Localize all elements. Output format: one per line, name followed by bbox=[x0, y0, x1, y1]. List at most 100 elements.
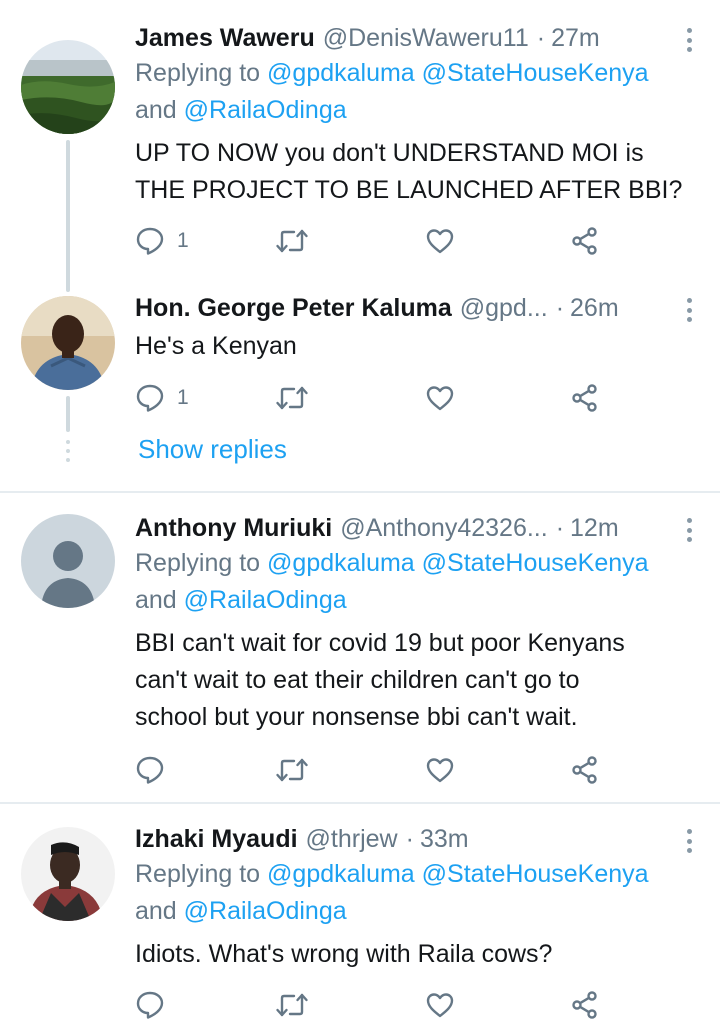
tweet-text-line: BBI can't wait for covid 19 but poor Ken… bbox=[135, 629, 625, 657]
tweet-actions bbox=[135, 752, 615, 788]
tweet-text: UP TO NOW you don't UNDERSTAND MOI is TH… bbox=[135, 135, 710, 209]
replying-prefix: Replying to bbox=[135, 549, 261, 577]
reply-mentions[interactable]: @gpdkaluma @StateHouseKenya bbox=[267, 59, 649, 87]
replying-and: and bbox=[135, 96, 177, 124]
share-icon bbox=[572, 384, 597, 412]
more-options-icon[interactable] bbox=[686, 298, 692, 322]
separator-dot: · bbox=[536, 23, 546, 52]
like-icon bbox=[426, 229, 454, 254]
tweet-header: Hon. George Peter Kaluma @gpd... · 26m bbox=[135, 290, 660, 326]
avatar-george-kaluma[interactable] bbox=[21, 296, 115, 390]
display-name[interactable]: Anthony Muriuki bbox=[135, 514, 332, 543]
reply-icon bbox=[136, 384, 164, 412]
share-icon bbox=[572, 227, 597, 255]
tweet-george-kaluma[interactable]: Hon. George Peter Kaluma @gpd... · 26m H… bbox=[0, 290, 720, 490]
timestamp[interactable]: 26m bbox=[570, 294, 619, 323]
tweet-text-line: THE PROJECT TO BE LAUNCHED AFTER BBI? bbox=[135, 176, 683, 204]
like-button[interactable] bbox=[425, 380, 455, 416]
reply-icon bbox=[136, 991, 164, 1019]
reply-mention-raila[interactable]: @RailaOdinga bbox=[184, 586, 347, 614]
reply-button[interactable] bbox=[135, 752, 165, 788]
share-button[interactable] bbox=[570, 223, 600, 259]
display-name[interactable]: James Waweru bbox=[135, 24, 315, 53]
like-icon bbox=[426, 993, 454, 1018]
field-photo-avatar bbox=[21, 40, 115, 134]
tweet-actions: 1 bbox=[135, 223, 615, 259]
reply-mentions[interactable]: @gpdkaluma @StateHouseKenya bbox=[267, 860, 649, 888]
person-photo-avatar bbox=[21, 827, 115, 921]
timestamp[interactable]: 27m bbox=[551, 24, 600, 53]
retweet-button[interactable] bbox=[275, 223, 309, 259]
username[interactable]: @Anthony42326... bbox=[340, 514, 547, 543]
like-button[interactable] bbox=[425, 987, 455, 1023]
retweet-icon bbox=[276, 229, 308, 253]
tweet-izhaki-myaudi[interactable]: Izhaki Myaudi @thrjew · 33m Replying to … bbox=[0, 821, 720, 1025]
reply-button[interactable] bbox=[135, 987, 165, 1023]
share-icon bbox=[572, 756, 597, 784]
tweet-divider bbox=[0, 491, 720, 493]
reply-mention-raila[interactable]: @RailaOdinga bbox=[184, 897, 347, 925]
share-icon bbox=[572, 991, 597, 1019]
tweet-text-line: school but your nonsense bbi can't wait. bbox=[135, 703, 578, 731]
replying-to: Replying to @gpdkaluma @StateHouseKenya … bbox=[135, 55, 705, 129]
reply-icon bbox=[136, 227, 164, 255]
reply-icon bbox=[136, 756, 164, 784]
more-options-icon[interactable] bbox=[686, 518, 692, 542]
reply-button[interactable]: 1 bbox=[135, 380, 189, 416]
tweet-text-line: He's a Kenyan bbox=[135, 332, 297, 360]
tweet-text: Idiots. What's wrong with Raila cows? bbox=[135, 936, 710, 973]
share-button[interactable] bbox=[570, 752, 600, 788]
retweet-icon bbox=[276, 993, 308, 1017]
thread-line bbox=[66, 140, 70, 292]
tweet-header: Izhaki Myaudi @thrjew · 33m bbox=[135, 821, 660, 857]
tweet-text-line: UP TO NOW you don't UNDERSTAND MOI is bbox=[135, 139, 644, 167]
tweet-text: He's a Kenyan bbox=[135, 328, 710, 365]
like-icon bbox=[426, 758, 454, 783]
timestamp[interactable]: 33m bbox=[420, 825, 469, 854]
timestamp[interactable]: 12m bbox=[570, 514, 619, 543]
avatar-anthony-muriuki[interactable] bbox=[21, 514, 115, 608]
retweet-button[interactable] bbox=[275, 752, 309, 788]
share-button[interactable] bbox=[570, 380, 600, 416]
reply-button[interactable]: 1 bbox=[135, 223, 189, 259]
username[interactable]: @thrjew bbox=[306, 825, 398, 854]
replying-to: Replying to @gpdkaluma @StateHouseKenya … bbox=[135, 545, 705, 619]
display-name[interactable]: Izhaki Myaudi bbox=[135, 825, 298, 854]
tweet-text-line: can't wait to eat their children can't g… bbox=[135, 666, 580, 694]
retweet-icon bbox=[276, 386, 308, 410]
more-options-icon[interactable] bbox=[686, 28, 692, 52]
tweet-text: BBI can't wait for covid 19 but poor Ken… bbox=[135, 625, 710, 736]
display-name[interactable]: Hon. George Peter Kaluma bbox=[135, 294, 452, 323]
like-button[interactable] bbox=[425, 223, 455, 259]
retweet-button[interactable] bbox=[275, 987, 309, 1023]
like-icon bbox=[426, 386, 454, 411]
retweet-button[interactable] bbox=[275, 380, 309, 416]
reply-mentions[interactable]: @gpdkaluma @StateHouseKenya bbox=[267, 549, 649, 577]
tweet-james-waweru[interactable]: James Waweru @DenisWaweru11 · 27m Replyi… bbox=[0, 20, 720, 292]
username[interactable]: @gpd... bbox=[460, 294, 548, 323]
separator-dot: · bbox=[405, 824, 414, 853]
thread-line bbox=[66, 396, 70, 432]
tweet-anthony-muriuki[interactable]: Anthony Muriuki @Anthony42326... · 12m R… bbox=[0, 510, 720, 800]
tweet-text-line: Idiots. What's wrong with Raila cows? bbox=[135, 940, 553, 968]
avatar-izhaki-myaudi[interactable] bbox=[21, 827, 115, 921]
retweet-icon bbox=[276, 758, 308, 782]
like-button[interactable] bbox=[425, 752, 455, 788]
tweet-header: James Waweru @DenisWaweru11 · 27m bbox=[135, 20, 660, 56]
thread-continuation-dots bbox=[66, 440, 70, 467]
replying-and: and bbox=[135, 586, 177, 614]
show-replies-link[interactable]: Show replies bbox=[138, 434, 287, 465]
avatar-james-waweru[interactable] bbox=[21, 40, 115, 134]
replying-to: Replying to @gpdkaluma @StateHouseKenya … bbox=[135, 856, 705, 930]
more-options-icon[interactable] bbox=[686, 829, 692, 853]
tweet-divider bbox=[0, 802, 720, 804]
replying-and: and bbox=[135, 897, 177, 925]
tweet-actions bbox=[135, 987, 615, 1023]
replying-prefix: Replying to bbox=[135, 59, 261, 87]
tweet-header: Anthony Muriuki @Anthony42326... · 12m bbox=[135, 510, 660, 546]
reply-mention-raila[interactable]: @RailaOdinga bbox=[184, 96, 347, 124]
reply-count: 1 bbox=[177, 229, 189, 252]
reply-count: 1 bbox=[177, 386, 189, 409]
username[interactable]: @DenisWaweru11 bbox=[323, 24, 529, 53]
share-button[interactable] bbox=[570, 987, 600, 1023]
